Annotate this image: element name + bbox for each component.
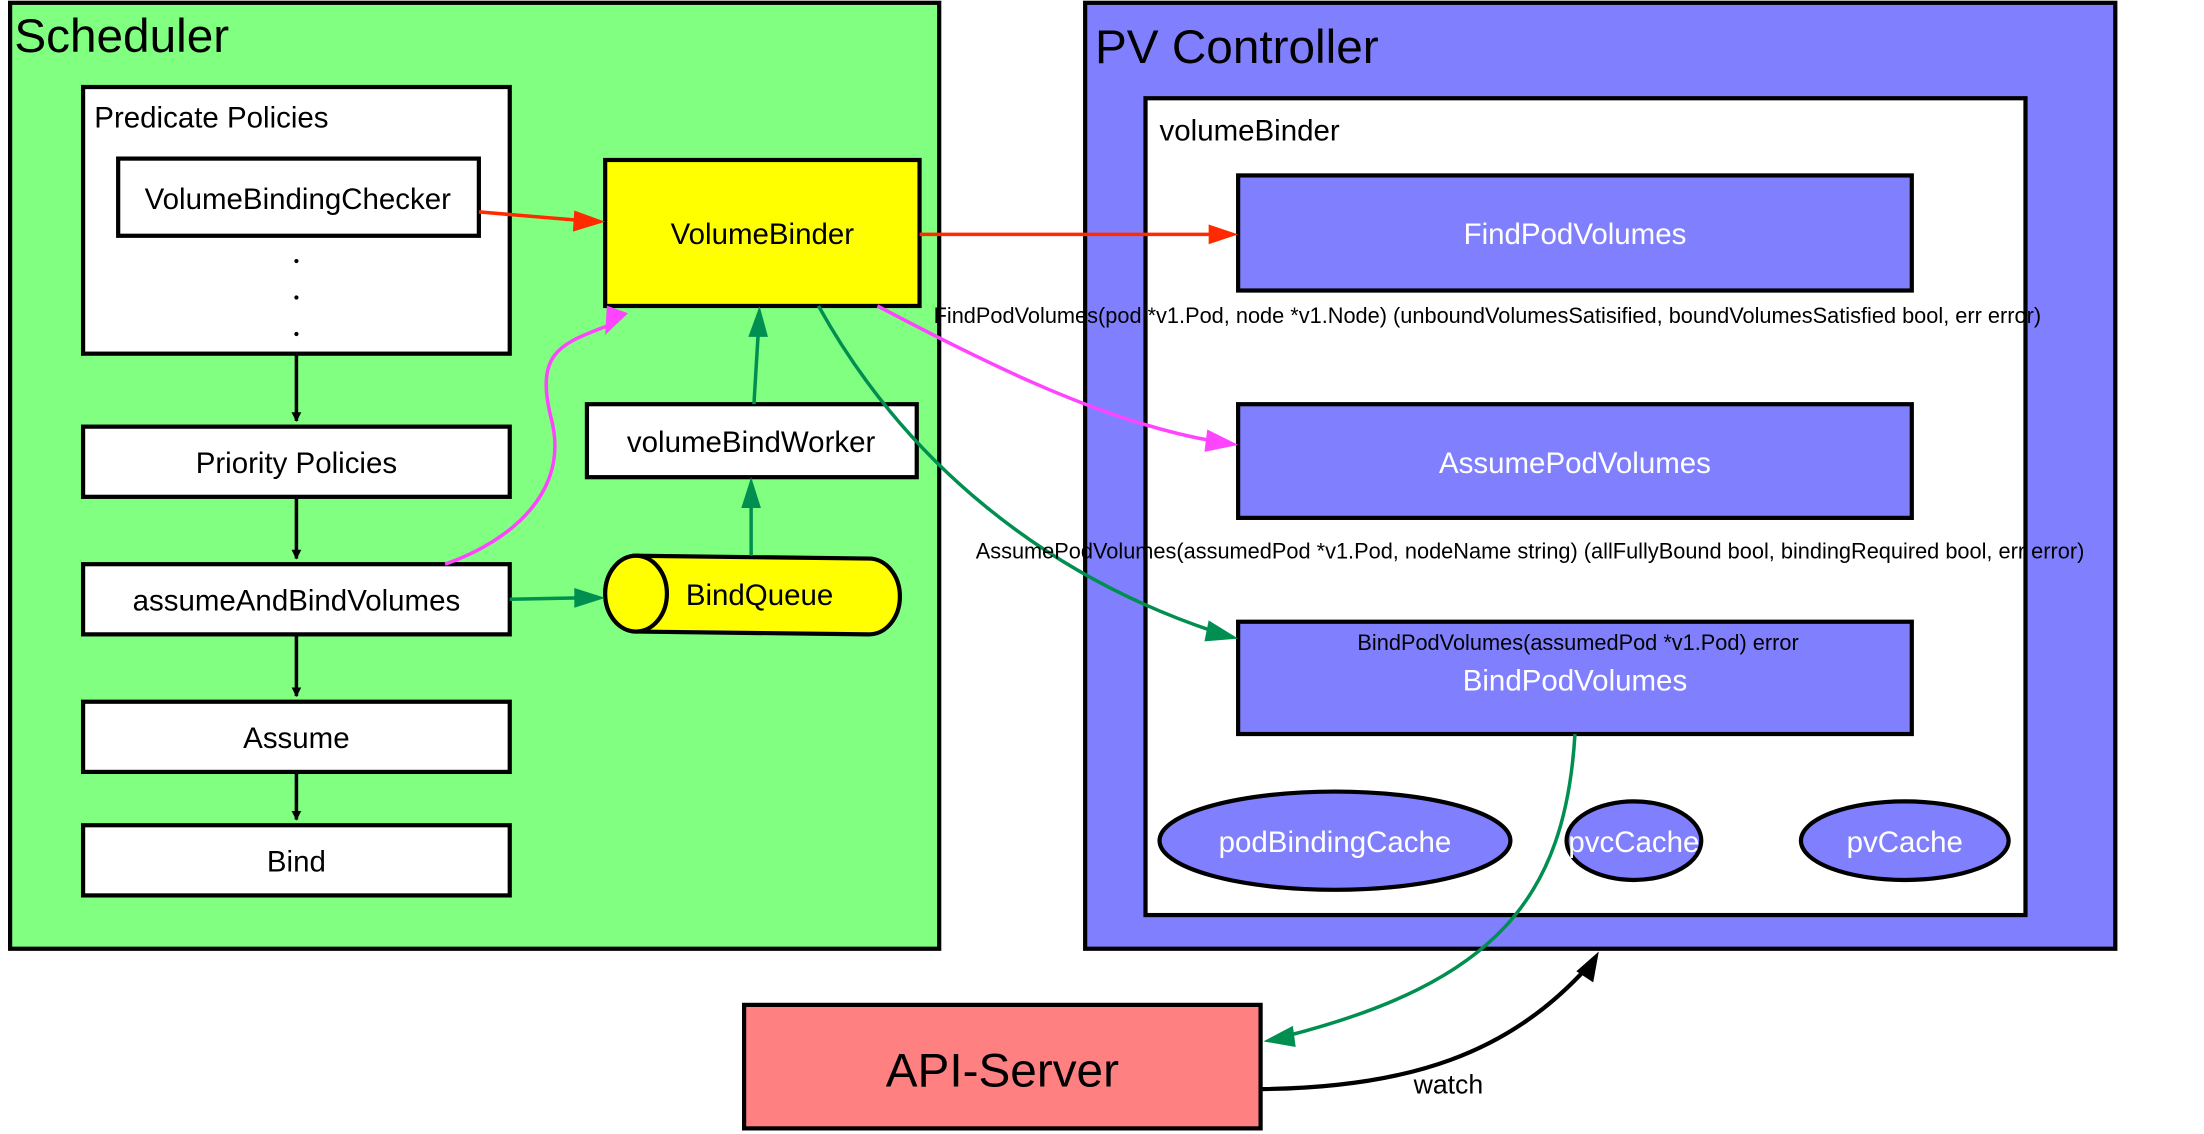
priority-policies-box[interactable]: Priority Policies: [80, 424, 512, 499]
architecture-diagram: Scheduler PV Controller volumeBinder Pre…: [7, 0, 2118, 1131]
watch-label: watch: [1413, 1069, 1484, 1099]
ellipsis-dot: [294, 258, 299, 264]
volume-binder-label: VolumeBinder: [671, 218, 855, 251]
find-pod-volumes-label: FindPodVolumes: [1464, 218, 1687, 251]
bind-label: Bind: [267, 846, 326, 879]
assume-label: Assume: [243, 722, 349, 755]
volume-binding-checker-box[interactable]: VolumeBindingChecker: [116, 156, 481, 238]
bind-queue-cylinder[interactable]: BindQueue: [603, 553, 903, 637]
api-server-box[interactable]: API-Server: [742, 1002, 1263, 1131]
api-server-label: API-Server: [886, 1044, 1119, 1097]
arrow-assumebind-to-bindqueue: [509, 596, 580, 602]
bind-pod-volumes-label: BindPodVolumes: [1463, 665, 1687, 698]
ellipsis-dot: [294, 295, 299, 300]
bind-box[interactable]: Bind: [80, 823, 512, 898]
priority-policies-label: Priority Policies: [196, 447, 397, 480]
volume-bind-worker-label: volumeBindWorker: [627, 426, 876, 459]
volume-binder-panel-title: volumeBinder: [1160, 114, 1340, 147]
pv-cache-label: pvCache: [1847, 826, 1963, 859]
assume-pod-volumes-signature: AssumePodVolumes(assumedPod *v1.Pod, nod…: [976, 539, 2085, 564]
predicate-policies-title: Predicate Policies: [94, 102, 328, 135]
pvc-cache[interactable]: pvcCache: [1564, 799, 1704, 883]
volume-binder-box[interactable]: VolumeBinder: [603, 157, 922, 309]
find-pod-volumes-box[interactable]: FindPodVolumes: [1236, 173, 1914, 293]
pvc-cache-label: pvcCache: [1568, 826, 1699, 859]
pv-cache[interactable]: pvCache: [1798, 799, 2011, 883]
bind-pod-volumes-signature: BindPodVolumes(assumedPod *v1.Pod) error: [1357, 630, 1798, 655]
assume-pod-volumes-box[interactable]: AssumePodVolumes: [1236, 402, 1914, 520]
find-pod-volumes-signature: FindPodVolumes(pod *v1.Pod, node *v1.Nod…: [934, 303, 2042, 328]
watch-arrow: watch: [1260, 951, 1599, 1099]
assume-pod-volumes-label: AssumePodVolumes: [1439, 447, 1711, 480]
ellipsis-dot: [294, 331, 299, 337]
scheduler-title: Scheduler: [14, 10, 229, 63]
volume-bind-worker-box[interactable]: volumeBindWorker: [584, 402, 919, 480]
pv-controller-title: PV Controller: [1095, 21, 1379, 74]
pod-binding-cache-label: podBindingCache: [1219, 826, 1452, 859]
assume-and-bind-volumes-label: assumeAndBindVolumes: [133, 585, 461, 618]
arrowhead: [1263, 1025, 1296, 1047]
assume-box[interactable]: Assume: [80, 699, 512, 775]
bind-queue-label: BindQueue: [686, 579, 833, 612]
assume-and-bind-volumes-box[interactable]: assumeAndBindVolumes: [80, 562, 512, 637]
volume-binding-checker-label: VolumeBindingChecker: [145, 183, 452, 216]
pod-binding-cache[interactable]: podBindingCache: [1157, 789, 1513, 892]
